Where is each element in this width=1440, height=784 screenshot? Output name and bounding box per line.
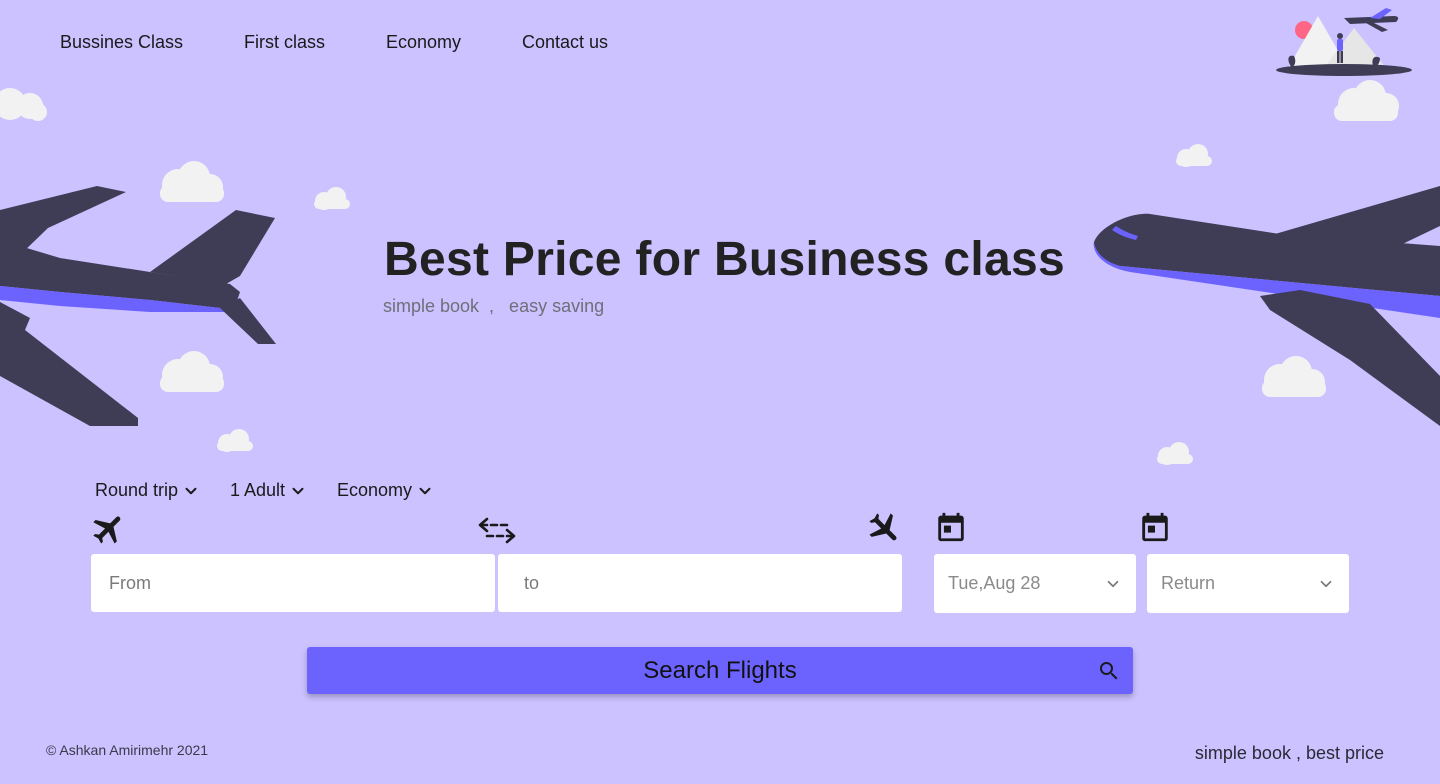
trip-type-dropdown[interactable]: Round trip xyxy=(95,480,200,501)
swap-arrows-icon[interactable] xyxy=(477,516,517,544)
nav-item-business-class[interactable]: Bussines Class xyxy=(60,32,244,53)
cloud-icon xyxy=(314,187,350,210)
to-input[interactable] xyxy=(498,554,902,612)
footer-tagline: simple book , best price xyxy=(1194,743,1384,763)
cloud-icon xyxy=(1334,80,1399,121)
cloud-icon xyxy=(1157,442,1193,465)
calendar-icon xyxy=(1142,512,1168,542)
cloud-icon xyxy=(160,351,224,392)
hero-title: Best Price for Business class xyxy=(384,233,1066,286)
return-date-select[interactable]: Return xyxy=(1147,554,1349,613)
search-flights-button[interactable]: Search Flights xyxy=(307,647,1133,694)
chevron-down-icon xyxy=(292,487,304,494)
chevron-down-icon xyxy=(419,487,431,494)
passengers-label: 1 Adult xyxy=(230,480,286,500)
footer-copyright: © Ashkan Amirimehr 2021 xyxy=(46,742,209,758)
main-nav: Bussines Class First class Economy Conta… xyxy=(60,32,608,53)
airplane-left-illustration xyxy=(0,186,276,426)
nav-item-economy[interactable]: Economy xyxy=(386,32,522,53)
chevron-down-icon xyxy=(185,487,197,494)
from-input[interactable] xyxy=(91,554,495,612)
search-flights-label: Search Flights xyxy=(643,656,797,684)
landing-icon xyxy=(869,513,897,541)
cloud-icon xyxy=(1176,144,1212,167)
nav-item-first-class[interactable]: First class xyxy=(244,32,386,53)
cloud-icon xyxy=(160,161,224,202)
logo-illustration-icon[interactable] xyxy=(1274,6,1414,78)
cloud-icon xyxy=(1262,356,1326,397)
depart-date-value: Tue,Aug 28 xyxy=(948,573,1041,593)
cloud-icon xyxy=(0,88,47,121)
chevron-down-icon xyxy=(1320,580,1332,587)
cabin-class-dropdown[interactable]: Economy xyxy=(337,480,434,501)
trip-type-label: Round trip xyxy=(95,480,179,500)
cloud-icon xyxy=(217,429,253,452)
calendar-icon xyxy=(938,512,964,542)
search-icon xyxy=(1100,662,1118,680)
nav-item-contact-us[interactable]: Contact us xyxy=(522,32,608,53)
cabin-class-label: Economy xyxy=(337,480,413,500)
passengers-dropdown[interactable]: 1 Adult xyxy=(230,480,307,501)
return-date-placeholder: Return xyxy=(1161,573,1216,593)
chevron-down-icon xyxy=(1107,580,1119,587)
depart-date-select[interactable]: Tue,Aug 28 xyxy=(934,554,1136,613)
hero-subtitle: simple book , easy saving xyxy=(383,296,605,316)
takeoff-icon xyxy=(93,516,121,544)
